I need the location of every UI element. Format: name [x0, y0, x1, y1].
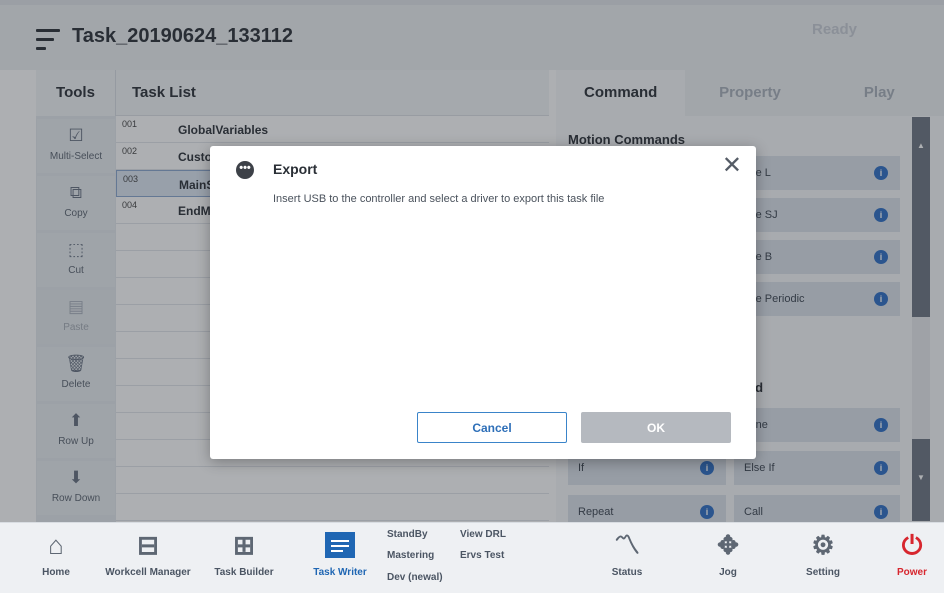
home-icon: ⌂: [48, 530, 64, 560]
gear-icon: ⚙: [811, 530, 835, 560]
mode-ervs-test[interactable]: Ervs Test: [460, 550, 504, 561]
mode-mastering[interactable]: Mastering: [387, 550, 434, 561]
status-icon: 〽: [613, 530, 640, 560]
dialog-title: Export: [273, 161, 318, 177]
cancel-button[interactable]: Cancel: [417, 412, 567, 443]
nav-jog-label: Jog: [719, 567, 737, 578]
nav-setting-label: Setting: [806, 567, 840, 578]
export-dialog: ••• Export ✕ Insert USB to the controlle…: [210, 146, 756, 459]
nav-setting[interactable]: ⚙ Setting: [790, 523, 856, 593]
task-builder-icon: ⊞: [233, 530, 255, 560]
nav-workcell-manager-label: Workcell Manager: [105, 567, 191, 578]
dialog-message: Insert USB to the controller and select …: [273, 193, 605, 205]
nav-home-label: Home: [42, 567, 70, 578]
task-writer-icon: [300, 523, 380, 567]
mode-standby[interactable]: StandBy: [387, 529, 428, 540]
nav-home[interactable]: ⌂ Home: [26, 523, 86, 593]
bottom-nav-bar: ⌂ Home ⊟ Workcell Manager ⊞ Task Builder…: [0, 522, 944, 593]
nav-task-writer-label: Task Writer: [313, 567, 367, 578]
power-icon: ⏻: [901, 530, 923, 560]
close-icon[interactable]: ✕: [722, 154, 742, 178]
nav-jog[interactable]: ✥ Jog: [698, 523, 758, 593]
nav-status-label: Status: [611, 567, 643, 578]
jog-icon: ✥: [717, 530, 739, 560]
nav-power[interactable]: ⏻ Power: [884, 523, 940, 593]
nav-workcell-manager[interactable]: ⊟ Workcell Manager: [98, 523, 198, 593]
more-icon: •••: [236, 161, 254, 179]
ok-button[interactable]: OK: [581, 412, 731, 443]
mode-view-drl[interactable]: View DRL: [460, 529, 506, 540]
workcell-manager-icon: ⊟: [137, 530, 159, 560]
nav-power-label: Power: [896, 567, 927, 578]
nav-task-builder-label: Task Builder: [214, 567, 274, 578]
nav-status[interactable]: 〽 Status: [592, 523, 662, 593]
nav-task-writer[interactable]: Task Writer: [300, 523, 380, 593]
mode-dev[interactable]: Dev (newal): [387, 572, 443, 583]
nav-task-builder[interactable]: ⊞ Task Builder: [204, 523, 284, 593]
